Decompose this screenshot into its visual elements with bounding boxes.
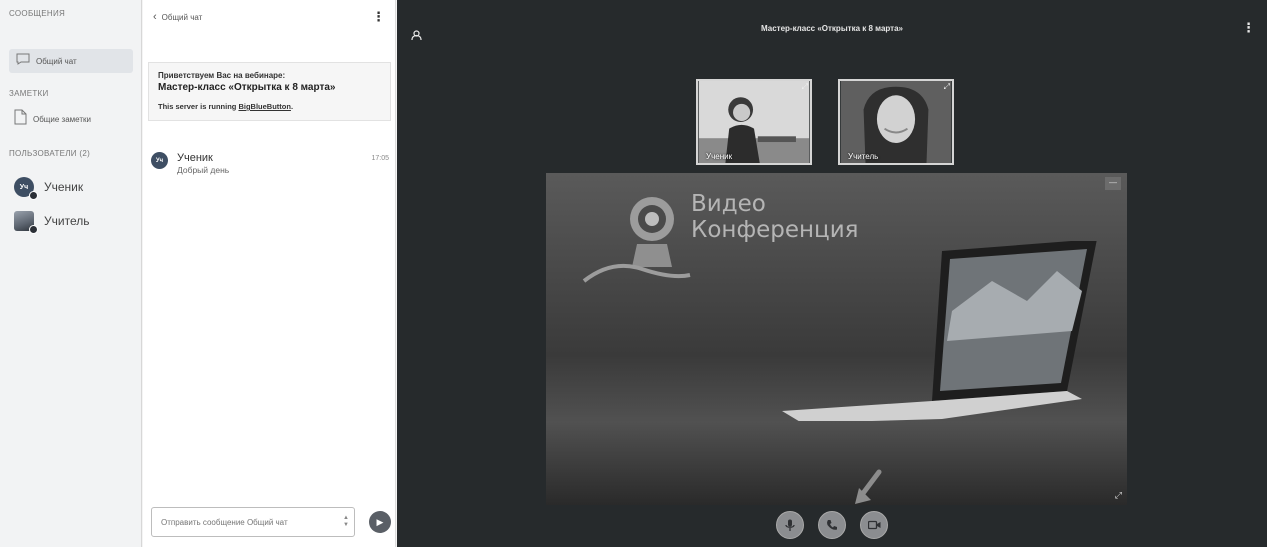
bigbluebutton-link[interactable]: BigBlueButton bbox=[238, 102, 291, 111]
messages-section-title: СООБЩЕНИЯ bbox=[9, 9, 66, 18]
sidebar-item-public-chat[interactable]: Общий чат bbox=[9, 49, 133, 73]
welcome-message: Приветствуем Вас на вебинаре: Мастер-кла… bbox=[148, 62, 391, 121]
presentation-slide: Видео Конференция — ⤢ bbox=[546, 173, 1127, 505]
avatar: Уч bbox=[14, 177, 38, 200]
server-info: This server is running BigBlueButton. bbox=[158, 102, 381, 111]
webcam-video bbox=[698, 81, 810, 163]
send-button[interactable]: ▶ bbox=[369, 511, 391, 533]
user-name: Учитель bbox=[44, 214, 90, 228]
user-name: Ученик bbox=[44, 180, 84, 194]
camera-button[interactable] bbox=[860, 511, 888, 539]
chat-title: Общий чат bbox=[161, 12, 203, 22]
webcam-name: Ученик bbox=[706, 152, 733, 161]
avatar: Уч bbox=[151, 152, 168, 169]
sidebar: СООБЩЕНИЯ Общий чат ЗАМЕТКИ Общие заметк… bbox=[0, 0, 142, 547]
webcam-name: Учитель bbox=[848, 152, 879, 161]
brand-text: Видео Конференция bbox=[691, 191, 858, 243]
message-composer: ▲▼ bbox=[151, 507, 355, 537]
notes-section-title: ЗАМЕТКИ bbox=[9, 89, 49, 98]
options-menu-icon[interactable]: ⋮ bbox=[1242, 20, 1255, 36]
webcam-tile-student[interactable]: Ученик ⤢ bbox=[696, 79, 812, 165]
message-text: Добрый день bbox=[177, 165, 230, 175]
message-input[interactable] bbox=[161, 517, 331, 527]
speech-bubble-icon bbox=[16, 52, 30, 70]
expand-icon[interactable]: ⤢ bbox=[802, 82, 808, 92]
sidebar-item-label: Общие заметки bbox=[33, 114, 91, 124]
sidebar-item-label: Общий чат bbox=[36, 56, 77, 66]
message-author: Ученик bbox=[177, 152, 213, 164]
welcome-line: Приветствуем Вас на вебинаре: bbox=[158, 71, 286, 80]
conference-main: Мастер-класс «Открытка к 8 марта» ⋮ Учен… bbox=[397, 0, 1267, 547]
sidebar-item-shared-notes[interactable]: Общие заметки bbox=[12, 107, 136, 131]
textarea-resize-icon: ▲ ▼ bbox=[343, 515, 349, 528]
fullscreen-icon[interactable]: ⤢ bbox=[1115, 490, 1122, 501]
webcam-tile-teacher[interactable]: Учитель ⤢ bbox=[838, 79, 954, 165]
server-info-text: This server is running bbox=[158, 102, 239, 111]
expand-icon[interactable]: ⤢ bbox=[944, 82, 950, 92]
meeting-title: Мастер-класс «Открытка к 8 марта» bbox=[761, 24, 903, 33]
user-list-item[interactable]: Уч Ученик bbox=[14, 177, 84, 200]
back-chevron-icon[interactable]: ‹ bbox=[153, 11, 157, 23]
webcam-logo-icon bbox=[582, 197, 691, 283]
webcam-video bbox=[840, 81, 952, 163]
pointer-arrow-icon bbox=[855, 469, 882, 504]
laptop-image bbox=[782, 241, 1097, 421]
media-controls bbox=[397, 511, 1267, 541]
camera-icon bbox=[867, 520, 880, 530]
phone-icon bbox=[827, 520, 837, 530]
microphone-status-icon bbox=[29, 225, 38, 234]
avatar bbox=[14, 211, 38, 234]
users-section-title: ПОЛЬЗОВАТЕЛИ (2) bbox=[9, 149, 91, 158]
avatar-initials: Уч bbox=[19, 183, 29, 191]
chat-message: Уч Ученик Добрый день 17:05 bbox=[151, 152, 389, 175]
user-list-item[interactable]: Учитель bbox=[14, 211, 90, 234]
brand-line: Видео bbox=[691, 191, 766, 217]
server-info-period: . bbox=[290, 102, 294, 111]
minimize-presentation-button[interactable]: — bbox=[1105, 177, 1121, 190]
microphone-icon bbox=[785, 519, 795, 531]
leave-audio-button[interactable] bbox=[818, 511, 846, 539]
microphone-button[interactable] bbox=[776, 511, 804, 539]
chat-panel: ‹ Общий чат ⋮ Приветствуем Вас на вебина… bbox=[143, 0, 396, 547]
microphone-status-icon bbox=[29, 191, 38, 200]
avatar-initials: Уч bbox=[155, 157, 164, 164]
brand-line: Конференция bbox=[691, 217, 859, 243]
kebab-menu-icon[interactable]: ⋮ bbox=[372, 9, 385, 25]
chat-header: ‹ Общий чат ⋮ bbox=[143, 0, 395, 34]
message-time: 17:05 bbox=[371, 155, 389, 162]
send-arrow-icon: ▶ bbox=[376, 516, 384, 527]
welcome-title: Мастер-класс «Открытка к 8 марта» bbox=[158, 82, 336, 93]
document-icon bbox=[14, 109, 27, 130]
